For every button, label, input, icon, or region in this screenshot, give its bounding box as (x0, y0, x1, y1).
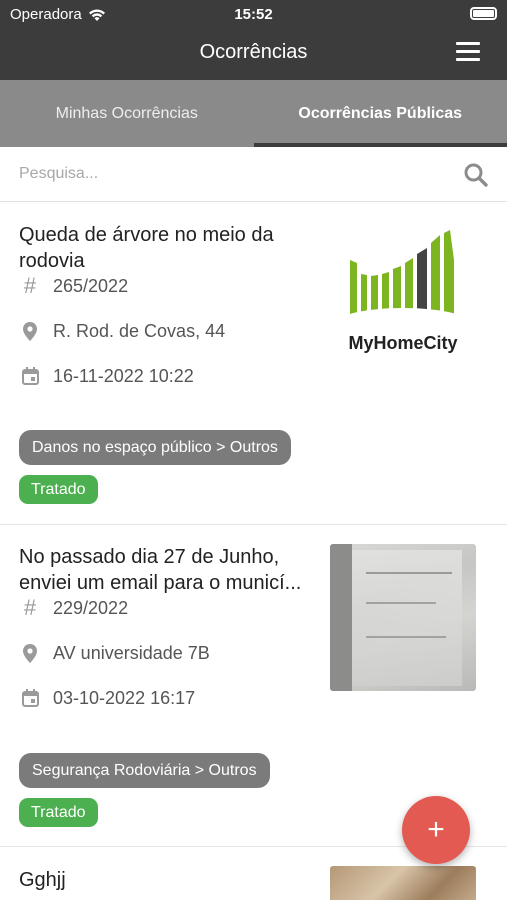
add-occurrence-button[interactable]: + (402, 796, 470, 864)
occurrence-address-value: AV universidade 7B (53, 642, 210, 663)
status-badge: Tratado (19, 798, 98, 827)
photo-line (366, 636, 446, 638)
occurrence-address: R. Rod. de Covas, 44 (19, 320, 225, 342)
battery-icon (470, 7, 497, 20)
occurrence-address-value: R. Rod. de Covas, 44 (53, 320, 226, 341)
photo-paper (344, 550, 462, 686)
occurrence-title: Queda de árvore no meio da rodovia (19, 224, 274, 272)
hash-icon: # (23, 595, 37, 620)
photo-shadow (330, 544, 352, 691)
occurrence-thumbnail: MyHomeCity (330, 230, 476, 358)
search-icon[interactable] (463, 162, 489, 188)
occurrence-title: No passado dia 27 de Junho, enviei um em… (19, 546, 302, 594)
logo-text: MyHomeCity (348, 333, 458, 353)
search-input[interactable] (0, 147, 450, 201)
location-pin-icon (19, 320, 41, 342)
menu-button[interactable] (456, 42, 480, 62)
occurrence-card[interactable]: Queda de árvore no meio da rodovia # 265… (0, 203, 507, 525)
category-badge: Segurança Rodoviária > Outros (19, 753, 270, 788)
location-pin-icon (19, 642, 41, 664)
menu-icon-bar (456, 58, 480, 61)
clock: 15:52 (234, 6, 273, 23)
category-badge: Danos no espaço público > Outros (19, 430, 291, 465)
occurrence-address: AV universidade 7B (19, 642, 210, 664)
tab-public-occurrences[interactable]: Ocorrências Públicas (253, 80, 507, 147)
hash-icon: # (23, 273, 37, 298)
occurrence-photo (330, 866, 476, 900)
status-bar: Operadora 15:52 (0, 0, 507, 28)
occurrence-date-value: 03-10-2022 16:17 (53, 687, 196, 708)
calendar-icon (19, 687, 41, 709)
photo-line (366, 602, 436, 604)
occurrence-number-value: 229/2022 (53, 597, 129, 618)
photo-line (366, 572, 452, 574)
occurrence-date: 16-11-2022 10:22 (19, 365, 194, 387)
occurrence-number: # 265/2022 (19, 273, 129, 298)
myhomecity-logo (338, 230, 468, 336)
calendar-icon (19, 365, 41, 387)
occurrence-date-value: 16-11-2022 10:22 (53, 365, 194, 386)
tab-my-occurrences[interactable]: Minhas Ocorrências (0, 80, 254, 147)
menu-icon-bar (456, 42, 480, 45)
search-bar (0, 147, 507, 202)
occurrence-number-value: 265/2022 (53, 275, 129, 296)
header: Ocorrências (0, 28, 507, 80)
tab-bar: Minhas Ocorrências Ocorrências Públicas (0, 80, 507, 147)
occurrence-photo (330, 544, 476, 691)
menu-icon-bar (456, 50, 480, 53)
status-badge: Tratado (19, 475, 98, 504)
page-title: Ocorrências (199, 41, 308, 63)
occurrence-number: # 229/2022 (19, 595, 129, 620)
occurrence-title: Gghjj (19, 869, 66, 891)
occurrence-date: 03-10-2022 16:17 (19, 687, 195, 709)
